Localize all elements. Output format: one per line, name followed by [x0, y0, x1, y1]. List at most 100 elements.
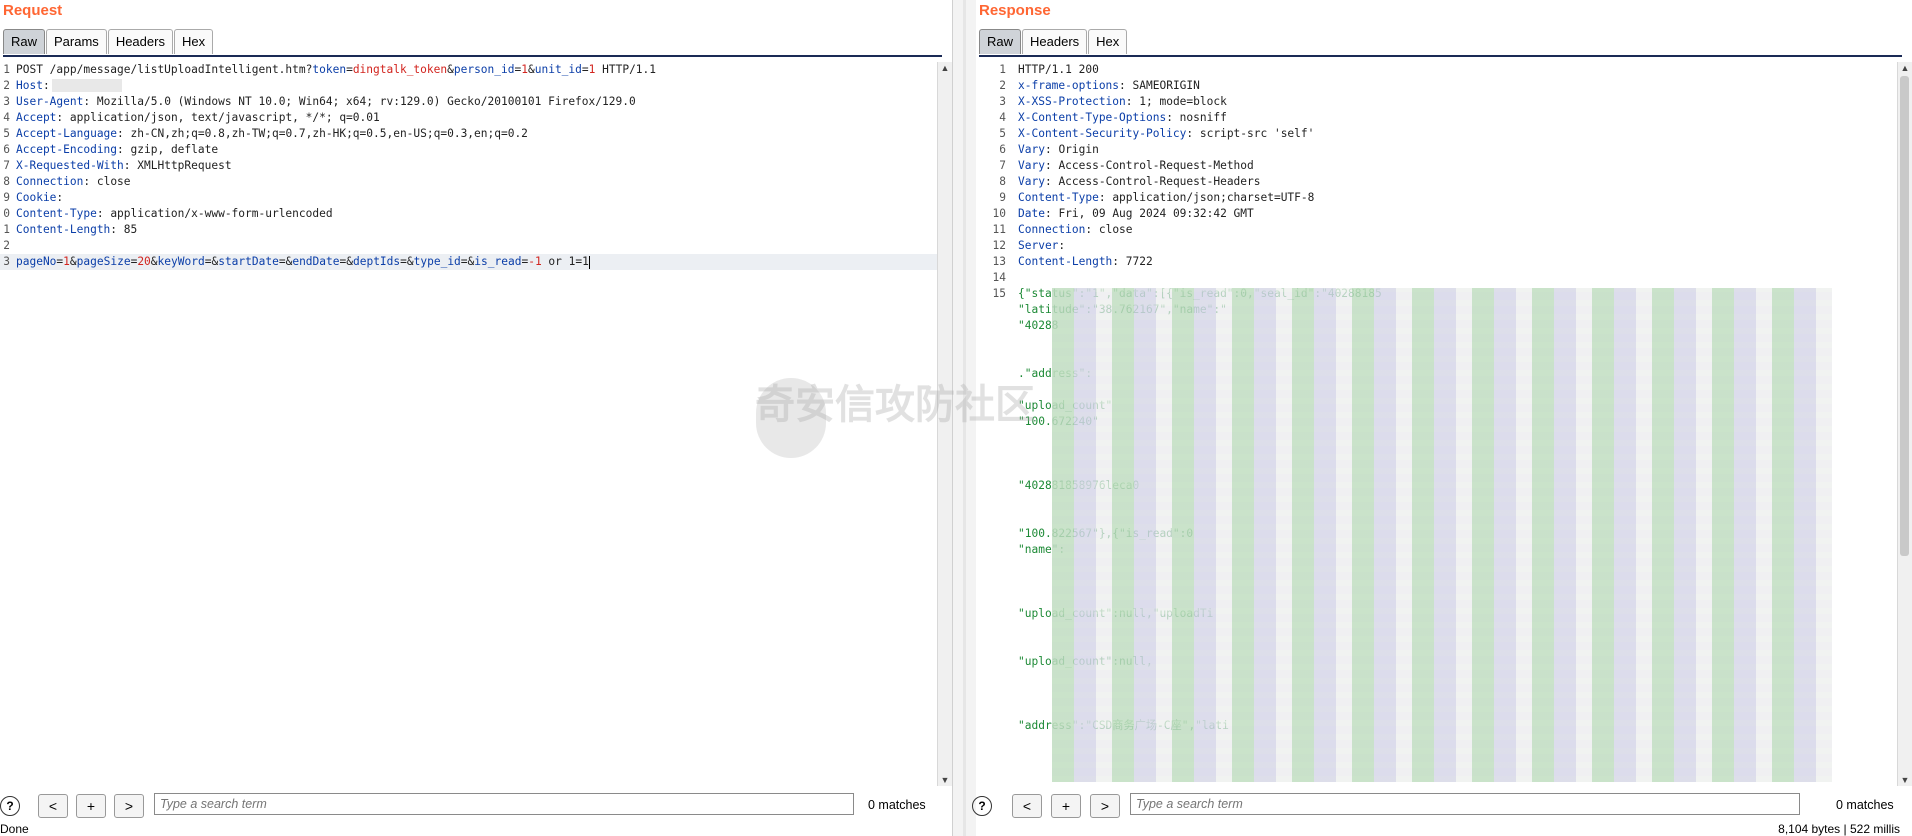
status-line: HTTP/1.1 200 — [1018, 63, 1099, 76]
param-separator: & — [447, 63, 454, 76]
header-colon: : — [1044, 143, 1059, 156]
request-line-suffix: HTTP/1.1 — [595, 63, 657, 76]
line-number: 1 — [999, 63, 1006, 76]
request-search-input[interactable] — [154, 793, 854, 815]
line-number: 6 — [3, 143, 10, 156]
scroll-thumb[interactable] — [1900, 76, 1909, 556]
editor-line: 2 — [0, 238, 938, 254]
header-key: Content-Length — [1018, 255, 1113, 268]
editor-line: 5 Accept-Language: zh-CN,zh;q=0.8,zh-TW;q… — [0, 126, 938, 142]
response-tab-hex[interactable]: Hex — [1088, 29, 1128, 54]
header-value: application/json;charset=UTF-8 — [1112, 191, 1315, 204]
header-key: X-Content-Security-Policy — [1018, 127, 1187, 140]
search-add-button[interactable]: + — [76, 794, 106, 818]
response-tab-raw[interactable]: Raw — [979, 29, 1022, 54]
response-scrollbar[interactable]: ▲ ▼ — [1897, 62, 1912, 786]
body-param-key: pageSize — [76, 255, 131, 268]
response-title: Response — [979, 2, 1051, 19]
search-prev-button[interactable]: < — [1012, 794, 1042, 818]
header-key: Date — [1018, 207, 1045, 220]
body-param-value: 20 — [137, 255, 151, 268]
header-colon: : — [96, 207, 111, 220]
header-colon: : — [1098, 191, 1113, 204]
header-colon: : — [56, 191, 70, 204]
param-separator: & — [150, 255, 158, 268]
line-number: 8 — [3, 175, 10, 188]
header-key: Content-Type — [1018, 191, 1099, 204]
scroll-up-icon[interactable]: ▲ — [938, 62, 952, 74]
line-number: 11 — [992, 223, 1006, 236]
body-param-key: pageNo — [16, 255, 57, 268]
line-number: 4 — [999, 111, 1006, 124]
header-colon: : — [1044, 175, 1059, 188]
header-key: Connection — [1018, 223, 1086, 236]
editor-line: 0 Content-Type: application/x-www-form-ur… — [0, 206, 938, 222]
header-colon: : — [1119, 79, 1133, 92]
editor-line: 7 X-Requested-With: XMLHttpRequest — [0, 158, 938, 174]
scroll-down-icon[interactable]: ▼ — [1898, 774, 1912, 786]
line-number: 10 — [992, 207, 1006, 220]
editor-line: 9 Cookie: — [0, 190, 938, 206]
header-value: close — [1098, 223, 1133, 236]
help-icon[interactable]: ? — [972, 796, 992, 816]
editor-line: 1 POST /app/message/listUploadIntelligent… — [0, 62, 938, 78]
line-number: 1 — [3, 63, 10, 76]
param-separator: & — [527, 63, 535, 76]
header-colon: : — [1186, 127, 1200, 140]
header-value: SAMEORIGIN — [1132, 79, 1200, 92]
request-tab-hex[interactable]: Hex — [173, 29, 214, 54]
line-number: 2 — [3, 79, 10, 92]
header-value: 7722 — [1125, 255, 1153, 268]
request-tab-raw[interactable]: Raw — [3, 29, 46, 54]
search-add-button[interactable]: + — [1051, 794, 1081, 818]
text-caret — [588, 255, 590, 269]
line-number: 0 — [3, 207, 10, 220]
sql-injection-payload: or 1=1 — [541, 255, 589, 268]
editor-line: 6 Vary: Origin — [976, 142, 1898, 158]
response-tab-headers[interactable]: Headers — [1022, 29, 1088, 54]
header-key: Vary — [1018, 159, 1045, 172]
editor-line: 1 Content-Length: 85 — [0, 222, 938, 238]
editor-line: 6 Accept-Encoding: gzip, deflate — [0, 142, 938, 158]
body-param-key: startDate — [218, 255, 279, 268]
header-value: zh-CN,zh;q=0.8,zh-TW;q=0.7,zh-HK;q=0.5,e… — [130, 127, 528, 140]
response-search-input[interactable] — [1130, 793, 1800, 815]
request-tabs: Raw Params Headers Hex — [3, 29, 942, 57]
body-param-key: type_id — [413, 255, 461, 268]
param-separator: & — [69, 255, 77, 268]
search-next-button[interactable]: > — [1090, 794, 1120, 818]
body-param-value: 1 — [63, 255, 70, 268]
header-value: script-src 'self' — [1199, 127, 1315, 140]
response-tabs: Raw Headers Hex — [979, 29, 1902, 57]
header-key: x-frame-options — [1018, 79, 1120, 92]
search-next-button[interactable]: > — [114, 794, 144, 818]
request-tab-headers[interactable]: Headers — [107, 29, 173, 54]
scroll-down-icon[interactable]: ▼ — [938, 774, 952, 786]
scroll-up-icon[interactable]: ▲ — [1898, 62, 1912, 74]
editor-line: 3 pageNo=1&pageSize=20&keyWord=&startDate… — [0, 254, 938, 270]
header-key: Accept — [16, 111, 57, 124]
header-value: 85 — [123, 223, 138, 236]
line-number: 14 — [992, 271, 1006, 284]
line-number: 8 — [999, 175, 1006, 188]
body-param-value: -1 — [528, 255, 542, 268]
redacted-host — [52, 79, 122, 92]
editor-line: 8 Connection: close — [0, 174, 938, 190]
watermark: 奇安信攻防社区 — [755, 383, 1035, 427]
request-tab-params[interactable]: Params — [46, 29, 107, 54]
header-value: Mozilla/5.0 (Windows NT 10.0; Win64; x64… — [96, 95, 636, 108]
header-value: 1; mode=block — [1139, 95, 1227, 108]
header-value: Fri, 09 Aug 2024 09:32:42 GMT — [1058, 207, 1254, 220]
line-number: 5 — [3, 127, 10, 140]
response-pane: Response Raw Headers Hex 1 HTTP/1.1 200 2 x… — [972, 0, 1912, 836]
help-icon[interactable]: ? — [0, 796, 20, 816]
line-number: 6 — [999, 143, 1006, 156]
header-key: User-Agent — [16, 95, 84, 108]
header-key: X-Content-Type-Options — [1018, 111, 1167, 124]
line-number: 3 — [999, 95, 1006, 108]
header-value: nosniff — [1179, 111, 1227, 124]
header-key: Connection — [16, 175, 84, 188]
param-equals: = — [278, 255, 286, 268]
editor-line: 3 User-Agent: Mozilla/5.0 (Windows NT 10.… — [0, 94, 938, 110]
search-prev-button[interactable]: < — [38, 794, 68, 818]
